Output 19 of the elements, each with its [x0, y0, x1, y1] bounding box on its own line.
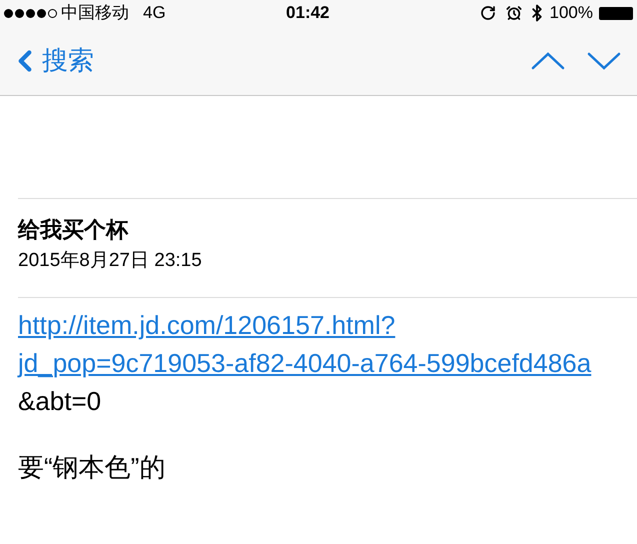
alarm-icon	[506, 5, 522, 21]
message-link[interactable]: jd_pop=9c719053-af82-4040-a764-599bcefd486a	[18, 348, 592, 378]
previous-message-button[interactable]	[531, 52, 565, 70]
chevron-down-icon	[587, 52, 621, 70]
message-date: 2015年8月27日 23:15	[18, 249, 203, 273]
message-subject: 给我买个杯	[18, 216, 130, 244]
message-link[interactable]: http://item.jd.com/1206157.html?	[18, 310, 396, 340]
carrier-name: 中国移动	[61, 2, 129, 24]
message-note: 要“钢本色”的	[18, 451, 166, 484]
chevron-up-icon	[531, 52, 565, 70]
back-button[interactable]: 搜索	[8, 41, 94, 80]
status-time: 01:42	[286, 2, 330, 24]
rotation-lock-icon	[480, 5, 496, 21]
network-type: 4G	[143, 2, 166, 24]
link-tail: &abt=0	[18, 385, 102, 418]
next-message-button[interactable]	[587, 52, 621, 70]
battery-icon	[599, 6, 633, 20]
signal-icon	[4, 8, 57, 18]
battery-percent: 100%	[550, 2, 593, 24]
